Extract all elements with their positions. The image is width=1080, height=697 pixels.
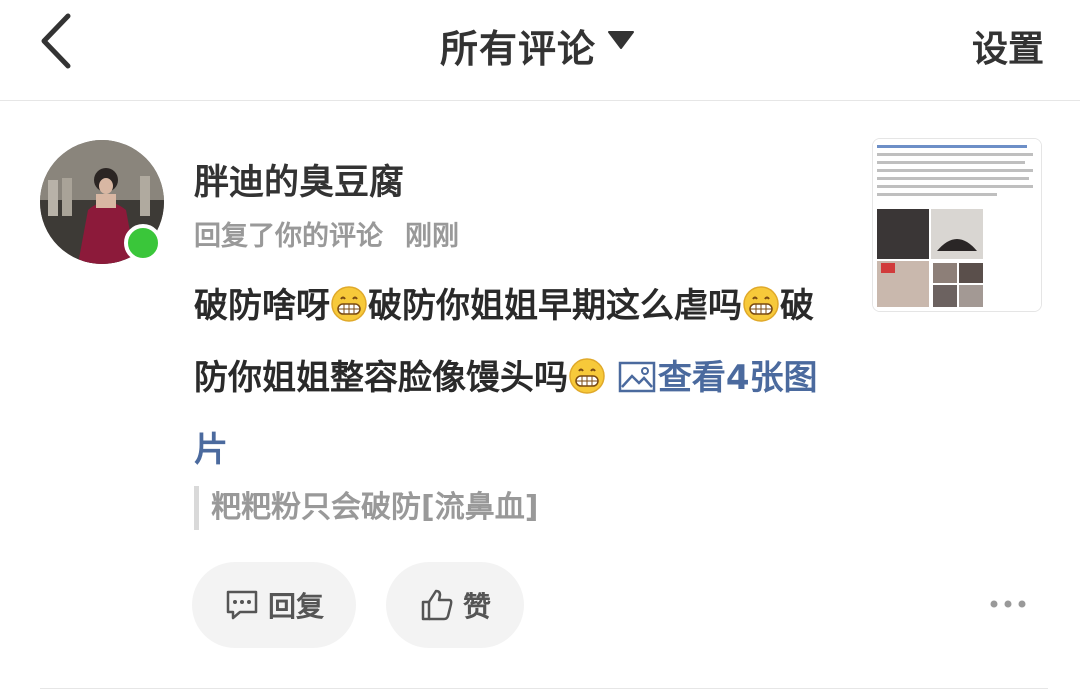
grinning-emoji-icon (569, 358, 605, 394)
grinning-emoji-icon (743, 286, 779, 322)
comment-part-2: 破防你姐姐早期这么虐吗 (368, 286, 742, 326)
image-icon (618, 361, 656, 393)
notification-meta: 回复了你的评论 刚刚 (194, 214, 459, 253)
username[interactable]: 胖迪的臭豆腐 (194, 154, 404, 205)
triangle-down-icon (608, 31, 634, 49)
timestamp: 刚刚 (405, 221, 459, 252)
settings-button[interactable]: 设置 (972, 20, 1044, 72)
grinning-emoji-icon (331, 286, 367, 322)
comment-bubble-icon (226, 590, 258, 620)
online-status-dot (124, 224, 162, 262)
comment-text: 破防啥呀 破防你姐姐早期这么虐吗 破防你姐姐整容脸像馒头吗 查看4张图片 (194, 270, 834, 486)
chevron-left-icon (41, 13, 71, 69)
reply-button[interactable]: 回复 (192, 562, 356, 648)
filter-dropdown[interactable] (608, 30, 634, 50)
top-bar: 所有评论 设置 (0, 0, 1080, 101)
more-dots-icon (990, 600, 1026, 608)
like-button[interactable]: 赞 (386, 562, 524, 648)
comment-part-1: 破防啥呀 (194, 286, 330, 326)
more-button[interactable] (988, 596, 1028, 612)
quoted-comment[interactable]: 粑粑粉只会破防[流鼻血] (194, 486, 538, 530)
thumbnail-image (873, 139, 1041, 311)
reply-label: 回复 (267, 590, 324, 623)
like-label: 赞 (462, 590, 491, 623)
page-title[interactable]: 所有评论 (440, 18, 596, 73)
original-post-thumbnail[interactable] (872, 138, 1042, 312)
thumbs-up-icon (421, 589, 453, 621)
divider (40, 688, 1048, 689)
action-text: 回复了你的评论 (194, 221, 383, 252)
back-button[interactable] (34, 12, 82, 70)
